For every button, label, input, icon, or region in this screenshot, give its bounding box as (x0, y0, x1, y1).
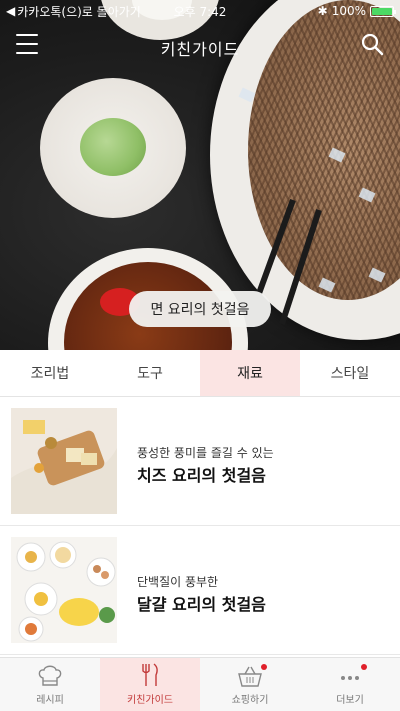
guide-list: 풍성한 풍미를 즐길 수 있는 치즈 요리의 첫걸음 단백질이 풍부한 달걀 요… (0, 397, 400, 655)
bluetooth-icon: ✱ (317, 4, 328, 18)
cheese-thumbnail (11, 408, 117, 514)
nav-label: 쇼핑하기 (231, 695, 269, 706)
page-title: 키친가이드 (160, 40, 240, 59)
back-label: 카카오톡(으)로 돌아가기 (17, 4, 141, 19)
status-bar: ◀ 카카오톡(으)로 돌아가기 오후 7:42 ✱ 100% (0, 0, 400, 22)
search-icon[interactable] (360, 32, 384, 56)
app-bar: 키친가이드 (0, 30, 400, 62)
chef-hat-icon (38, 665, 62, 686)
card-title: 치즈 요리의 첫걸음 (137, 466, 266, 485)
battery-percent: 100% (331, 4, 366, 18)
back-to-app[interactable]: ◀ 카카오톡(으)로 돌아가기 (6, 3, 141, 20)
nav-label: 더보기 (336, 695, 364, 706)
category-tabs: 조리법 도구 재료 스타일 (0, 350, 400, 397)
tab-recipe-method[interactable]: 조리법 (0, 350, 100, 396)
hero-title-pill[interactable]: 면 요리의 첫걸음 (129, 291, 271, 327)
wasabi-image (80, 118, 146, 176)
nav-label: 키친가이드 (127, 695, 173, 706)
battery-icon (370, 5, 396, 17)
nav-recipe[interactable]: 레시피 (0, 658, 100, 711)
tab-tools[interactable]: 도구 (100, 350, 200, 396)
list-item[interactable]: 단백질이 풍부한 달걀 요리의 첫걸음 (0, 526, 400, 655)
hero-banner[interactable]: ◀ 카카오톡(으)로 돌아가기 오후 7:42 ✱ 100% 키친가이드 면 요… (0, 0, 400, 350)
notification-badge (261, 664, 267, 670)
nav-kitchen-guide[interactable]: 키친가이드 (100, 658, 200, 711)
shopping-basket-icon (238, 666, 262, 687)
tab-style[interactable]: 스타일 (300, 350, 400, 396)
bottom-navigation: 레시피 키친가이드 쇼핑하기 더보기 (0, 657, 400, 711)
nav-label: 레시피 (36, 695, 64, 706)
kitchen-tools-icon (142, 663, 158, 686)
nav-shopping[interactable]: 쇼핑하기 (200, 658, 300, 711)
more-dots-icon (341, 676, 359, 680)
back-chevron-icon: ◀ (6, 4, 16, 18)
egg-thumbnail (11, 537, 117, 643)
tab-ingredients[interactable]: 재료 (200, 350, 300, 396)
list-item[interactable]: 풍성한 풍미를 즐길 수 있는 치즈 요리의 첫걸음 (0, 397, 400, 526)
nav-more[interactable]: 더보기 (300, 658, 400, 711)
app-screen: ◀ 카카오톡(으)로 돌아가기 오후 7:42 ✱ 100% 키친가이드 면 요… (0, 0, 400, 711)
notification-badge (361, 664, 367, 670)
card-subtitle: 풍성한 풍미를 즐길 수 있는 (137, 446, 274, 460)
card-subtitle: 단백질이 풍부한 (137, 575, 219, 589)
card-title: 달걀 요리의 첫걸음 (137, 595, 266, 614)
